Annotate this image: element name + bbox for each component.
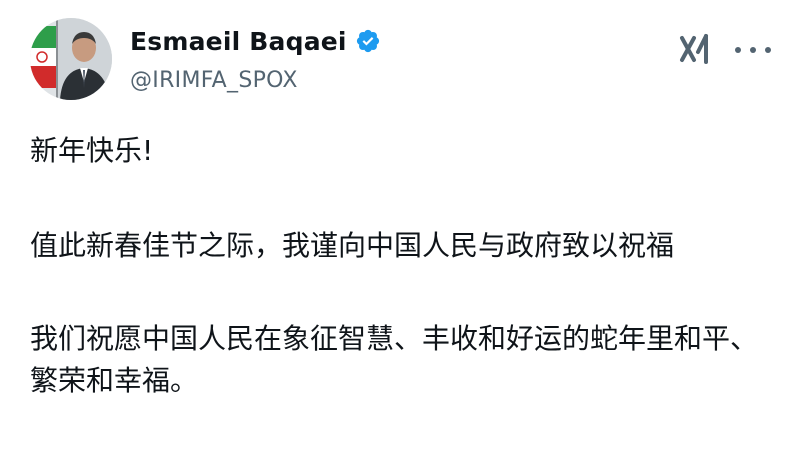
tweet-paragraph-greeting: 新年快乐! <box>30 134 154 167</box>
author-block: Esmaeil Baqaei @IRIMFA_SPOX <box>130 24 381 93</box>
tweet-paragraph-blessing: 值此新春佳节之际，我谨向中国人民与政府致以祝福 <box>30 229 675 262</box>
tweet-card: Esmaeil Baqaei @IRIMFA_SPOX 新年快乐! 值此新春佳节… <box>0 0 800 450</box>
more-options-icon[interactable] <box>735 38 771 62</box>
display-name-row: Esmaeil Baqaei <box>130 24 381 58</box>
dot-icon <box>735 47 741 53</box>
grok-icon[interactable] <box>678 32 712 66</box>
verified-badge-icon <box>355 28 381 54</box>
tweet-header: Esmaeil Baqaei @IRIMFA_SPOX <box>30 18 780 108</box>
dot-icon <box>765 47 771 53</box>
display-name[interactable]: Esmaeil Baqaei <box>130 27 347 56</box>
dot-icon <box>750 47 756 53</box>
avatar-image <box>30 18 112 100</box>
author-handle[interactable]: @IRIMFA_SPOX <box>130 68 381 93</box>
avatar[interactable] <box>30 18 112 100</box>
tweet-paragraph-wish: 我们祝愿中国人民在象征智慧、丰收和好运的蛇年里和平、繁荣和幸福。 <box>30 322 759 397</box>
